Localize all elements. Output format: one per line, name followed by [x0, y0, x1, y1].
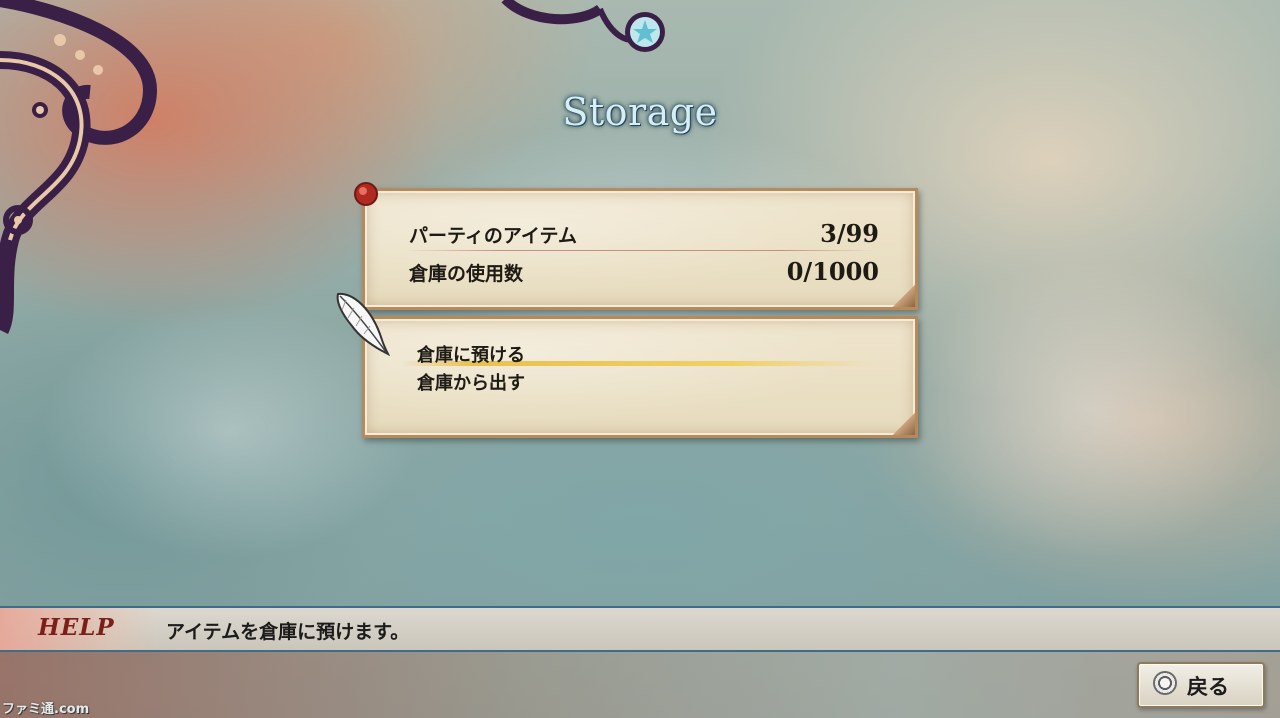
help-label: HELP: [38, 614, 115, 641]
ruby-gem-icon: [354, 182, 378, 206]
storage-used-value: 0/1000: [786, 257, 879, 286]
party-items-value: 3/99: [820, 219, 879, 248]
menu-item-deposit[interactable]: 倉庫に預ける: [417, 341, 525, 367]
menu-item-withdraw[interactable]: 倉庫から出す: [417, 369, 525, 395]
storage-menu-panel: 倉庫に預ける 倉庫から出す: [362, 316, 918, 438]
page-curl-decoration: [893, 413, 915, 435]
back-button[interactable]: 戻る: [1137, 662, 1265, 708]
party-items-row: パーティのアイテム 3/99: [409, 219, 879, 248]
back-button-label: 戻る: [1187, 675, 1229, 699]
storage-info-panel: パーティのアイテム 3/99 倉庫の使用数 0/1000: [354, 182, 918, 310]
circle-button-icon: [1153, 671, 1177, 695]
background-mist: [900, 260, 1280, 560]
watermark: ファミ通.com: [2, 702, 90, 717]
help-bar: HELP アイテムを倉庫に預けます。: [0, 606, 1280, 652]
feather-cursor-icon: [336, 292, 391, 357]
corner-ornament: [0, 0, 158, 335]
party-items-label: パーティのアイテム: [409, 225, 577, 247]
row-divider: [405, 250, 875, 251]
storage-used-row: 倉庫の使用数 0/1000: [409, 257, 879, 286]
screen-title: Storage: [562, 90, 718, 134]
storage-used-label: 倉庫の使用数: [409, 263, 524, 285]
bottom-strip: [0, 650, 1280, 718]
help-text: アイテムを倉庫に預けます。: [166, 621, 410, 643]
page-curl-decoration: [893, 285, 915, 307]
top-ornament: [501, 0, 665, 52]
help-label-box: HELP: [0, 608, 160, 650]
